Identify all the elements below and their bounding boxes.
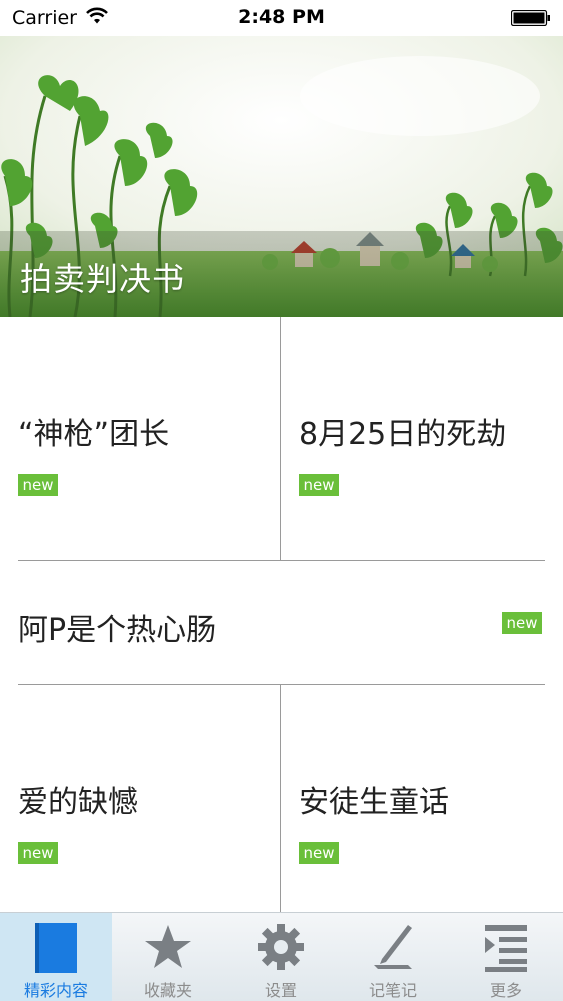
story-card[interactable]: 安徒生童话 new bbox=[282, 685, 563, 912]
gear-icon bbox=[258, 924, 304, 970]
story-card[interactable]: 8月25日的死劫 new bbox=[282, 317, 563, 560]
new-badge: new bbox=[299, 842, 339, 864]
tab-more[interactable]: 更多 bbox=[450, 913, 562, 1001]
pen-icon bbox=[374, 925, 412, 969]
tab-featured[interactable]: 精彩内容 bbox=[0, 913, 112, 1001]
story-title: 爱的缺憾 bbox=[18, 785, 138, 820]
tab-notes[interactable]: 记笔记 bbox=[337, 913, 449, 1001]
featured-banner[interactable]: 拍卖判决书 bbox=[0, 36, 563, 317]
story-card[interactable]: 阿P是个热心肠 new bbox=[0, 561, 563, 684]
status-bar: Carrier 2:48 PM bbox=[0, 0, 563, 36]
new-badge: new bbox=[18, 842, 58, 864]
story-card[interactable]: “神枪”团长 new bbox=[0, 317, 280, 560]
tab-label: 收藏夹 bbox=[143, 981, 192, 1000]
grid-divider bbox=[280, 317, 281, 560]
star-icon bbox=[145, 925, 191, 968]
tab-bar: 精彩内容 收藏夹 设置 记笔记 更多 bbox=[0, 912, 563, 1001]
story-title: 安徒生童话 bbox=[299, 785, 449, 820]
tab-label: 设置 bbox=[264, 981, 297, 1000]
book-icon bbox=[35, 923, 77, 973]
tab-settings[interactable]: 设置 bbox=[225, 913, 337, 1001]
tab-label: 精彩内容 bbox=[23, 981, 88, 1000]
tab-label: 记笔记 bbox=[368, 981, 417, 1000]
banner-title: 拍卖判决书 bbox=[20, 260, 186, 298]
battery-icon bbox=[510, 9, 551, 27]
story-title: 8月25日的死劫 bbox=[299, 417, 507, 452]
more-list-icon bbox=[485, 925, 527, 972]
new-badge: new bbox=[502, 612, 542, 634]
new-badge: new bbox=[299, 474, 339, 496]
clock: 2:48 PM bbox=[238, 6, 325, 28]
grid-divider bbox=[280, 685, 281, 912]
story-title: “神枪”团长 bbox=[18, 417, 170, 452]
story-card[interactable]: 爱的缺憾 new bbox=[0, 685, 280, 912]
tab-favorites[interactable]: 收藏夹 bbox=[112, 913, 224, 1001]
new-badge: new bbox=[18, 474, 58, 496]
tab-label: 更多 bbox=[489, 981, 522, 1000]
story-title: 阿P是个热心肠 bbox=[18, 613, 217, 648]
